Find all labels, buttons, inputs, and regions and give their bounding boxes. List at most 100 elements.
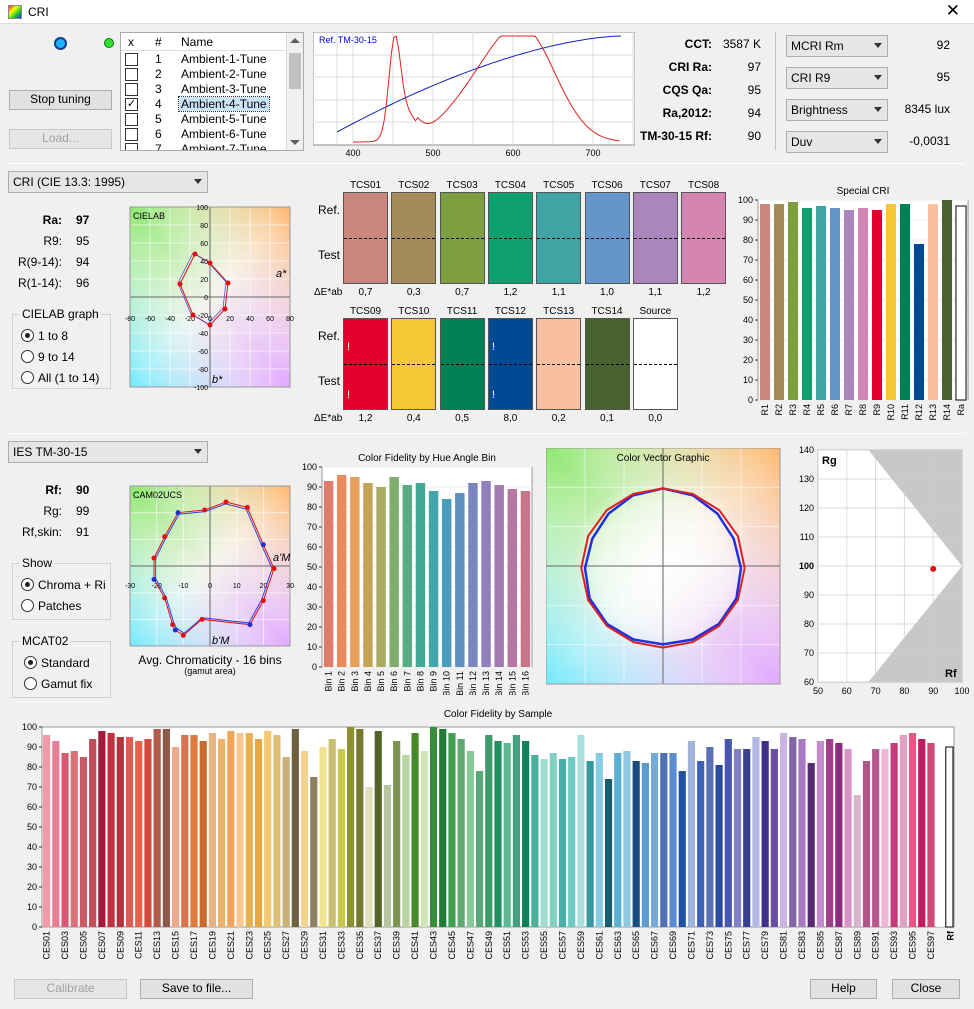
list-item[interactable]: ✓ 4 Ambient-4-Tune — [121, 96, 287, 112]
load-button[interactable]: Load... — [9, 129, 112, 149]
cam-point — [162, 595, 168, 601]
list-item[interactable]: 1 Ambient-1-Tune — [121, 52, 287, 67]
radio-circle[interactable] — [21, 371, 34, 384]
ref-label: Ref. — [318, 203, 341, 217]
bar — [759, 204, 771, 400]
list-checkbox[interactable]: ✓ — [125, 98, 138, 111]
list-item[interactable]: 2 Ambient-2-Tune — [121, 67, 287, 82]
x-tick-label: CES39 — [392, 931, 402, 960]
help-button[interactable]: Help — [810, 979, 877, 999]
list-item[interactable]: 6 Ambient-6-Tune — [121, 127, 287, 142]
bar — [494, 485, 504, 667]
cam-label: CAM02UCS — [133, 490, 182, 500]
sample-bar — [181, 735, 189, 927]
bar — [913, 244, 925, 400]
stop-tuning-button[interactable]: Stop tuning — [9, 90, 112, 110]
metric-select[interactable]: Brightness — [786, 99, 888, 121]
sample-bar — [79, 757, 88, 927]
x-tick-label: CES81 — [779, 931, 789, 960]
sample-bar — [936, 745, 944, 927]
x-tick-label: CES05 — [78, 931, 88, 960]
list-item[interactable]: 5 Ambient-5-Tune — [121, 112, 287, 127]
tcs-name: TCS07 — [639, 180, 671, 191]
axis-a-label: a* — [276, 268, 287, 280]
cielab-radio[interactable]: All (1 to 14) — [21, 371, 99, 385]
sample-bar — [558, 759, 567, 927]
close-icon[interactable]: ✕ — [946, 1, 960, 21]
list-item[interactable]: 3 Ambient-3-Tune — [121, 82, 287, 97]
tcs-delta-e: 1,2 — [358, 413, 373, 424]
tcs-swatch — [632, 192, 678, 284]
bar — [801, 208, 813, 400]
mcat-radio[interactable]: Standard — [24, 656, 90, 670]
sample-bar — [512, 735, 521, 927]
radio-circle[interactable] — [21, 599, 34, 612]
sample-bar — [411, 733, 419, 927]
sample-bar — [402, 755, 410, 927]
mcat-radio[interactable]: Gamut fix — [24, 677, 92, 691]
tcs-name: Source — [639, 306, 672, 317]
scroll-up-icon[interactable] — [290, 38, 300, 43]
bar — [336, 475, 347, 667]
tm30-mode-select[interactable]: IES TM-30-15 — [8, 441, 208, 463]
metric-select[interactable]: CRI R9 — [786, 67, 888, 89]
show-radio[interactable]: Chroma + Ri — [21, 578, 106, 592]
x-tick-label: CES11 — [134, 931, 144, 959]
list-checkbox[interactable] — [125, 143, 138, 150]
save-to-file-button[interactable]: Save to file... — [140, 979, 253, 999]
cielab-point — [222, 306, 228, 312]
special-cri-chart: Special CRI 0 10 20 30 40 50 60 70 80 90 100 R1 R2 R3 R… — [738, 186, 969, 420]
list-checkbox[interactable] — [125, 53, 138, 66]
metric-select[interactable]: Duv — [786, 131, 888, 153]
bar — [955, 205, 967, 401]
radio-circle[interactable] — [21, 350, 34, 363]
x-tick-label: Bin 12 — [468, 671, 478, 695]
sample-bar — [881, 749, 889, 927]
list-scrollbar[interactable] — [286, 33, 303, 150]
sample-bar — [328, 739, 336, 927]
sample-bar — [466, 751, 474, 927]
x-tick-label: CES43 — [429, 931, 439, 960]
sample-bar — [98, 731, 106, 927]
radio-circle[interactable] — [24, 677, 37, 690]
sample-bar — [862, 761, 871, 927]
tm30-row-value: 91 — [76, 525, 90, 539]
swatch-divider — [633, 238, 677, 239]
list-checkbox[interactable] — [125, 83, 138, 96]
bar — [815, 206, 827, 400]
x-tick-label: CES63 — [613, 931, 623, 960]
list-checkbox[interactable] — [125, 113, 138, 126]
calibrate-button[interactable]: Calibrate — [14, 979, 127, 999]
radio-circle[interactable] — [21, 329, 34, 342]
radio-circle[interactable] — [24, 656, 37, 669]
scroll-thumb[interactable] — [289, 53, 301, 89]
swatch-divider — [440, 364, 484, 365]
metric-select[interactable]: MCRI Rm — [786, 35, 888, 57]
x-tick-label: Bin 14 — [494, 671, 504, 695]
list-item[interactable]: 7 Ambient-7-Tune — [121, 142, 287, 150]
scroll-down-icon[interactable] — [290, 140, 300, 145]
y-tick-label: 110 — [800, 532, 814, 542]
sample-bar — [457, 739, 465, 927]
x-tick-label: CES45 — [447, 931, 457, 960]
list-checkbox[interactable] — [125, 68, 138, 81]
cri-mode-select[interactable]: CRI (CIE 13.3: 1995) — [8, 171, 208, 193]
tcs-swatch — [632, 318, 678, 410]
close-button[interactable]: Close — [892, 979, 960, 999]
sample-bar — [660, 753, 668, 927]
cielab-radio[interactable]: 9 to 14 — [21, 350, 75, 364]
tune-list[interactable]: x # Name 1 Ambient-1-Tune 2 Ambient-2-Tune 3… — [120, 32, 304, 151]
tcs-swatch: !! — [487, 318, 533, 410]
show-radio[interactable]: Patches — [21, 599, 81, 613]
x-tick-label: R3 — [788, 404, 798, 416]
chart-title: Special CRI — [837, 186, 890, 197]
cri-row-value: 94 — [76, 255, 90, 269]
tm30-row-label: Rf: — [45, 483, 62, 497]
cielab-radio[interactable]: 1 to 8 — [21, 329, 68, 343]
radio-circle[interactable] — [21, 578, 34, 591]
sample-bar — [595, 753, 603, 927]
tcs-delta-e: 0,0 — [648, 413, 663, 424]
sample-bar — [522, 741, 530, 927]
y-tick-label: 80 — [27, 762, 37, 772]
list-checkbox[interactable] — [125, 128, 138, 141]
